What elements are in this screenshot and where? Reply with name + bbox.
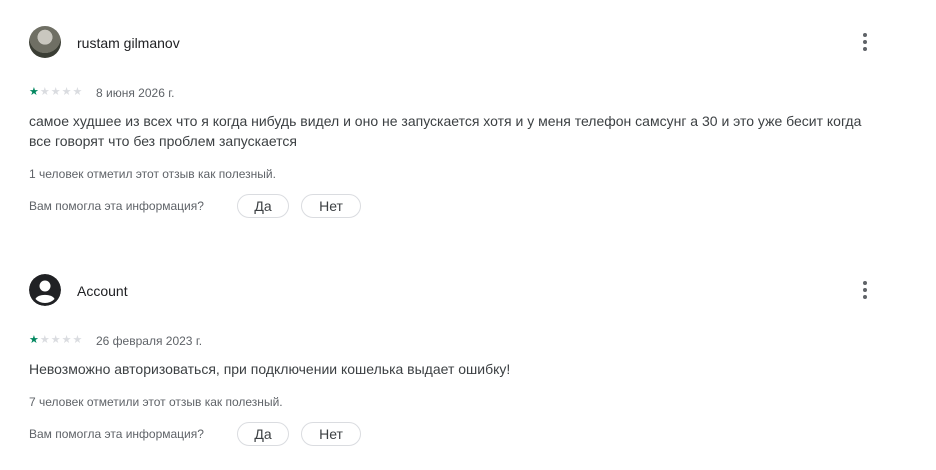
user-photo-avatar bbox=[29, 26, 61, 58]
helpful-yes-button[interactable]: Да bbox=[237, 422, 289, 446]
star-empty-icon: ★ bbox=[50, 86, 62, 98]
helpful-no-button[interactable]: Нет bbox=[301, 422, 361, 446]
star-rating: ★★★★★ bbox=[29, 85, 83, 98]
star-empty-icon: ★ bbox=[39, 334, 51, 346]
star-empty-icon: ★ bbox=[61, 86, 73, 98]
helpful-yes-button[interactable]: Да bbox=[237, 194, 289, 218]
more-options-icon[interactable] bbox=[854, 279, 876, 301]
star-filled-icon: ★ bbox=[29, 334, 40, 346]
helpful-question: Вам помогла эта информация? bbox=[29, 427, 204, 441]
star-empty-icon: ★ bbox=[72, 334, 84, 346]
helpful-count: 7 человек отметили этот отзыв как полезн… bbox=[29, 395, 283, 409]
review-text: Невозможно авторизоваться, при подключен… bbox=[29, 361, 511, 377]
star-rating: ★★★★★ bbox=[29, 333, 83, 346]
helpful-no-button[interactable]: Нет bbox=[301, 194, 361, 218]
star-empty-icon: ★ bbox=[61, 334, 73, 346]
star-empty-icon: ★ bbox=[72, 86, 84, 98]
helpful-question: Вам помогла эта информация? bbox=[29, 199, 204, 213]
review-text: самое худшее из всех что я когда нибудь … bbox=[29, 113, 862, 149]
star-filled-icon: ★ bbox=[29, 86, 40, 98]
helpful-count: 1 человек отметил этот отзыв как полезны… bbox=[29, 167, 276, 181]
account-circle-icon bbox=[29, 274, 61, 306]
more-options-icon[interactable] bbox=[854, 31, 876, 53]
star-empty-icon: ★ bbox=[39, 86, 51, 98]
review-date: 26 февраля 2023 г. bbox=[96, 334, 203, 348]
star-empty-icon: ★ bbox=[50, 334, 62, 346]
review-author: rustam gilmanov bbox=[77, 35, 180, 51]
review-author: Account bbox=[77, 283, 128, 299]
review-date: 8 июня 2026 г. bbox=[96, 86, 175, 100]
